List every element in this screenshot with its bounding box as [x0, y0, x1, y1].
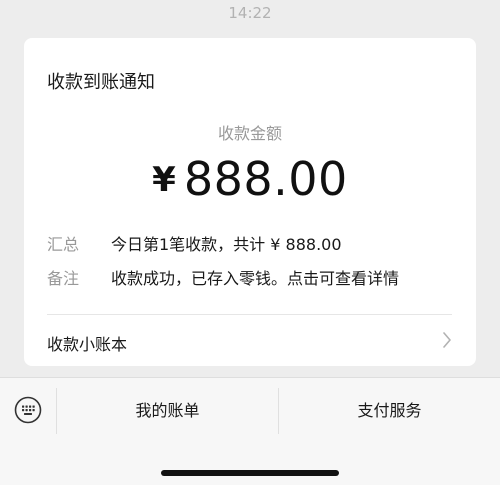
ledger-link[interactable]: 收款小账本 [24, 315, 476, 366]
amount-label: 收款金额 [217, 124, 282, 143]
summary-row: 汇总 今日第1笔收款，共计 ¥ 888.00 [47, 231, 342, 255]
card-title: 收款到账通知 [47, 72, 155, 93]
message-timestamp: 14:22 [228, 4, 272, 22]
remark-row: 备注 收款成功，已存入零钱。点击可查看详情 [47, 265, 399, 289]
chat-screen: 14:22 收款到账通知 收款金额 ¥888.00 汇总 今日第1笔收款，共计 ¥… [0, 0, 500, 485]
keyboard-icon[interactable] [14, 396, 42, 424]
summary-value: 今日第1笔收款，共计 ¥ 888.00 [111, 235, 342, 254]
currency-symbol: ¥ [152, 160, 176, 200]
remark-value: 收款成功，已存入零钱。点击可查看详情 [111, 269, 400, 288]
amount-display: ¥888.00 [24, 152, 476, 206]
payment-notification-card[interactable]: 收款到账通知 收款金额 ¥888.00 汇总 今日第1笔收款，共计 ¥ 888.0… [24, 38, 476, 366]
amount-value: 888.00 [183, 152, 348, 206]
my-bills-button[interactable]: 我的账单 [57, 388, 278, 434]
summary-key: 汇总 [47, 235, 80, 254]
payment-services-button[interactable]: 支付服务 [279, 388, 500, 434]
home-indicator[interactable] [161, 470, 339, 476]
remark-key: 备注 [47, 269, 80, 288]
bottom-menu-bar: 我的账单 支付服务 [0, 377, 500, 485]
ledger-label: 收款小账本 [47, 335, 128, 354]
chevron-right-icon [443, 332, 451, 348]
